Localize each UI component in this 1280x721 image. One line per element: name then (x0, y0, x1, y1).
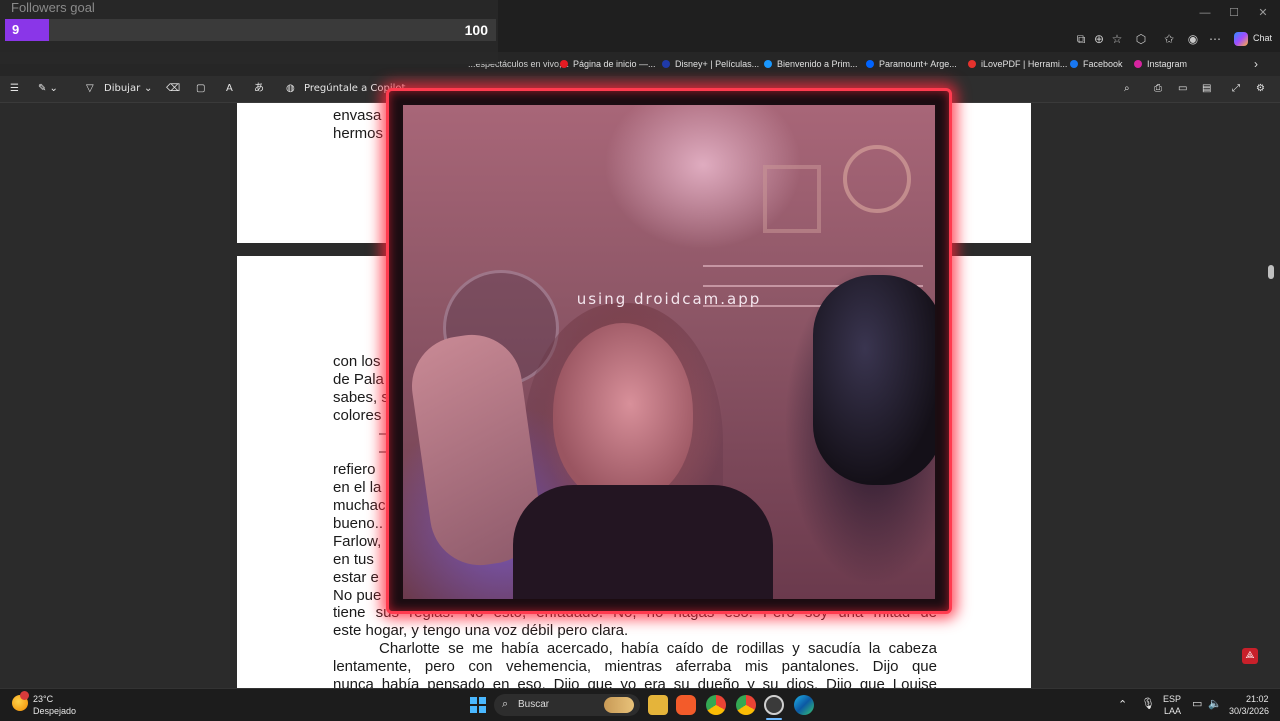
volume-icon[interactable]: 🔈 (1208, 697, 1222, 710)
page-view-icon[interactable]: ▢ (196, 80, 205, 98)
weather-temperature[interactable]: 23°C (33, 694, 53, 704)
translate-icon[interactable]: ⧉ (1072, 30, 1090, 48)
favorite-item[interactable]: Facebook (1070, 56, 1123, 72)
favorite-icon (764, 60, 772, 68)
extensions-icon[interactable]: ⬡ (1132, 30, 1150, 48)
favorite-item[interactable]: Página de inicio —... (560, 56, 656, 72)
settings-gear-icon[interactable]: ⚙ (1256, 80, 1265, 98)
document-text-line: Charlotte se me había acercado, había ca… (379, 640, 937, 657)
profile-icon[interactable]: ◉ (1184, 30, 1202, 48)
search-icon: ⌕ (502, 697, 509, 710)
print-icon[interactable]: ⎙ (1154, 80, 1162, 98)
person-face (553, 323, 693, 503)
minimize-button[interactable]: — (1190, 4, 1220, 22)
eraser-icon[interactable]: ⌫ (166, 80, 180, 98)
instagram-icon (1134, 60, 1142, 68)
save-as-icon[interactable]: ▤ (1202, 80, 1211, 98)
favorite-item[interactable]: Paramount+ Arge... (866, 56, 957, 72)
start-tile (479, 706, 486, 713)
favorite-icon (662, 60, 670, 68)
read-aloud-icon[interactable]: A (226, 80, 233, 98)
favorite-icon (560, 60, 568, 68)
start-tile (470, 697, 477, 704)
display-icon[interactable]: ▭ (1192, 697, 1202, 710)
background-wall-frame (763, 165, 821, 233)
favorite-item[interactable]: Bienvenido a Prim... (764, 56, 858, 72)
facebook-icon (1070, 60, 1078, 68)
favorites-icon[interactable]: ✩ (1160, 30, 1178, 48)
favorite-item[interactable]: Disney+ | Películas... (662, 56, 759, 72)
close-button[interactable]: ✕ (1248, 4, 1278, 22)
background-shelf (703, 265, 923, 267)
draw-icon[interactable]: ▽ (86, 80, 94, 98)
followers-goal-current: 9 (12, 22, 20, 37)
clock-date[interactable]: 30/3/2026 (1229, 706, 1269, 716)
start-tile (479, 697, 486, 704)
favorite-icon (866, 60, 874, 68)
followers-goal-max: 100 (464, 22, 488, 38)
favorite-item[interactable]: Instagram (1134, 56, 1187, 72)
webcam-overlay-frame: using droidcam.app (386, 88, 952, 614)
webcam-feed: using droidcam.app (403, 105, 935, 599)
show-hidden-icons-chevron-icon[interactable]: ⌃ (1118, 698, 1127, 711)
obs-icon[interactable] (764, 695, 784, 715)
weather-alert-badge (20, 691, 29, 700)
contents-list-icon[interactable]: ☰ (10, 80, 19, 98)
favorite-item[interactable]: iLovePDF | Herrami... (968, 56, 1067, 72)
favorite-icon (968, 60, 976, 68)
clock-time[interactable]: 21:02 (1246, 694, 1269, 704)
maximize-button[interactable]: ☐ (1219, 4, 1249, 22)
search-icon[interactable]: ⌕ (1124, 80, 1130, 98)
copilot-ask-icon[interactable]: ◍ (286, 80, 295, 98)
person-shirt (513, 485, 773, 599)
chat-button[interactable]: Chat (1253, 33, 1272, 43)
save-icon[interactable]: ▭ (1178, 80, 1187, 98)
microphone-icon[interactable]: 🎙 (1141, 697, 1155, 710)
acrobat-icon[interactable]: ⟁ (1242, 648, 1258, 664)
file-explorer-icon[interactable] (648, 695, 668, 715)
taskbar-search-box[interactable]: ⌕ Buscar (494, 694, 640, 716)
document-text-line: nunca había pensado en eso. Dijo que yo … (333, 676, 937, 688)
chrome-icon[interactable] (706, 695, 726, 715)
favorite-star-icon[interactable]: ☆ (1108, 30, 1126, 48)
start-tile (470, 706, 477, 713)
search-placeholder: Buscar (518, 699, 550, 710)
search-highlight-image (604, 697, 634, 713)
weather-description[interactable]: Despejado (33, 706, 76, 716)
droidcam-watermark: using droidcam.app (576, 290, 762, 308)
brave-browser-icon[interactable] (676, 695, 696, 715)
followers-goal-title: Followers goal (11, 0, 95, 15)
favorites-more-chevron-icon[interactable]: › (1254, 56, 1258, 72)
background-wall-decor (843, 145, 911, 213)
translate-text-icon[interactable]: あ (254, 80, 264, 98)
chrome-profile-icon[interactable] (736, 695, 756, 715)
draw-dropdown-chevron-icon[interactable]: ⌄ (144, 80, 152, 98)
vertical-scrollbar-thumb[interactable] (1268, 265, 1274, 279)
highlight-icon[interactable]: ✎ ⌄ (38, 80, 58, 98)
windows-start-icon[interactable] (470, 697, 486, 713)
windows-taskbar: 23°C Despejado ⌕ Buscar ⌃ 🎙 ESP LAA ▭ 🔈 … (0, 688, 1280, 721)
draw-button[interactable]: Dibujar (104, 80, 140, 98)
more-options-icon[interactable]: ⋯ (1206, 30, 1224, 48)
edge-icon[interactable] (794, 695, 814, 715)
followers-goal-progress-bar: 9 100 (5, 19, 496, 41)
zoom-icon[interactable]: ⊕ (1090, 30, 1108, 48)
fullscreen-icon[interactable]: ⤢ (1232, 80, 1240, 98)
followers-goal-widget: Followers goal 9 100 (0, 0, 498, 64)
document-text-line: lentamente, pero con vehemencia, mientra… (333, 658, 937, 675)
document-text-line: este hogar, y tengo una voz débil pero c… (333, 622, 629, 639)
keyboard-language[interactable]: ESP (1163, 694, 1181, 704)
copilot-icon[interactable] (1234, 32, 1248, 46)
keyboard-layout[interactable]: LAA (1164, 706, 1181, 716)
